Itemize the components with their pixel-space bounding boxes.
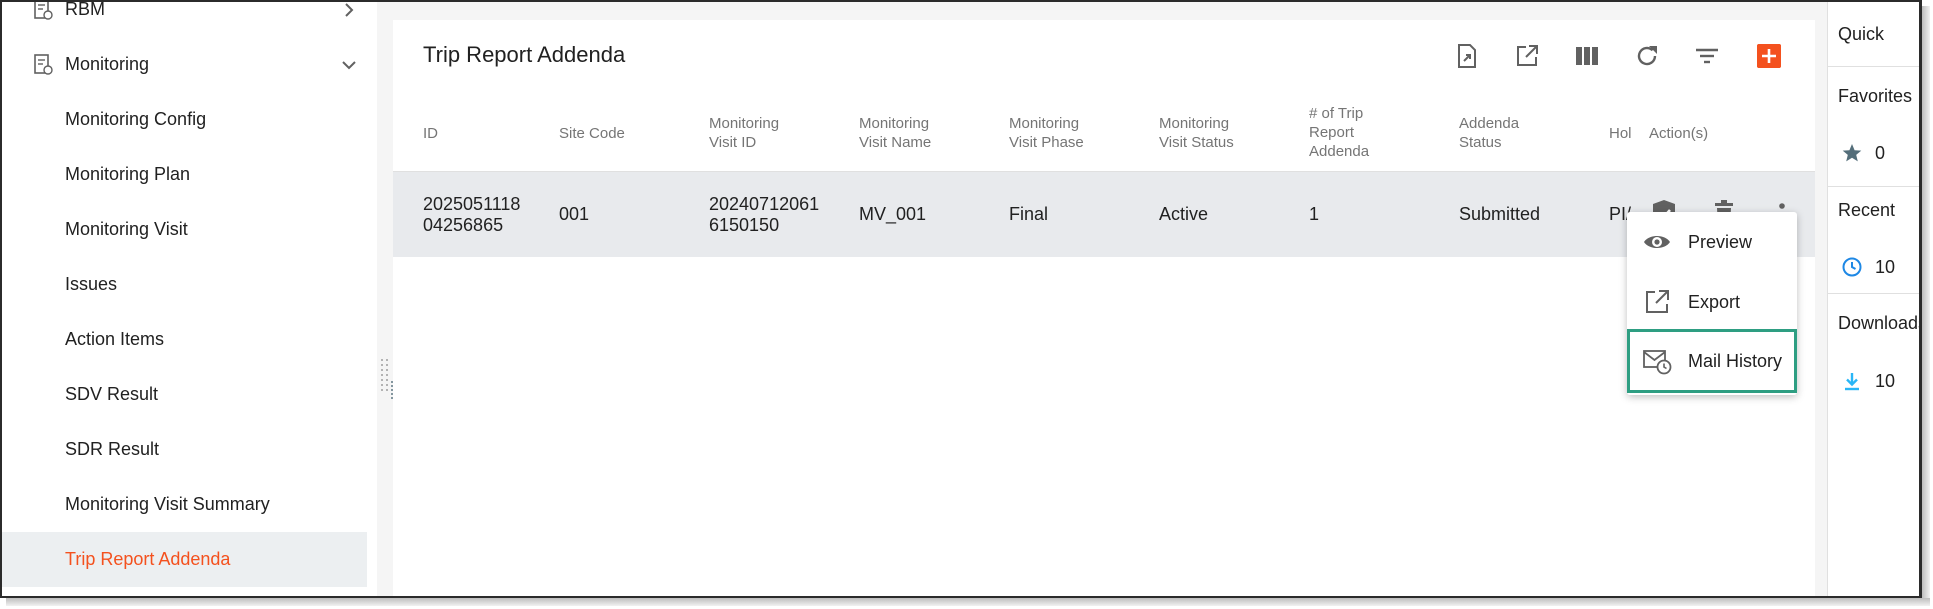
menu-item-label: Mail History [1688, 350, 1783, 371]
star-icon [1842, 144, 1862, 162]
sidebar-item-monitoring-visit-summary[interactable]: Monitoring Visit Summary [2, 477, 367, 532]
column-header-site-code[interactable]: Site Code [559, 124, 625, 143]
columns-icon[interactable] [1573, 42, 1601, 70]
menu-item-label: Export [1688, 291, 1741, 312]
sidebar-item-label: RBM [65, 0, 105, 19]
filter-icon[interactable] [1693, 42, 1721, 70]
column-header-id[interactable]: ID [423, 124, 438, 143]
sidebar-item-action-items[interactable]: Action Items [2, 312, 367, 367]
sidebar-item-trip-report-addenda[interactable]: Trip Report Addenda [2, 532, 367, 587]
downloads-label: Downloads [1838, 313, 1922, 333]
favorites-label: Favorites [1838, 86, 1913, 106]
column-header-visit-status[interactable]: Monitoring Visit Status [1159, 114, 1234, 152]
column-header-actions: Action(s) [1649, 125, 1709, 142]
recent-label: Recent [1838, 200, 1896, 220]
page-title: Trip Report Addenda [423, 42, 626, 67]
open-external-icon [1646, 290, 1669, 313]
cell-site-code: 001 [559, 204, 590, 224]
window-shadow [1922, 6, 1930, 601]
cell-visit-name: MV_001 [859, 204, 927, 224]
report-icon [34, 2, 53, 20]
recent-count[interactable]: 10 [1841, 256, 1895, 278]
cell-addenda-status: Submitted [1459, 204, 1541, 224]
chevron-right-icon [345, 2, 354, 17]
quick-panel: Quick Favorites 0 Recent 10 Downloads 10 [1827, 2, 1922, 596]
refresh-icon[interactable] [1633, 42, 1661, 70]
menu-item-export[interactable]: Export [1627, 274, 1797, 330]
column-header-visit-phase[interactable]: Monitoring Visit Phase [1009, 114, 1084, 152]
sidebar-item-label: Monitoring Visit Summary [65, 494, 270, 514]
divider [1828, 186, 1919, 187]
table-row[interactable]: 2025051118 04256865 001 20240712061 615015… [393, 172, 1815, 257]
open-external-icon[interactable] [1513, 42, 1541, 70]
add-icon[interactable] [1757, 44, 1781, 68]
table-header: ID Site Code Monitoring Visit ID Monitori… [393, 90, 1815, 172]
column-header-visit-id[interactable]: Monitoring Visit ID [709, 114, 779, 152]
sidebar-item-rbm[interactable]: RBM [2, 0, 367, 37]
pdf-export-icon[interactable] [1453, 42, 1481, 70]
trip-report-card: Trip Report Addenda ID Site Code Monitor… [393, 20, 1815, 596]
sidebar-item-monitoring-config[interactable]: Monitoring Config [2, 92, 367, 147]
cell-visit-status: Active [1159, 204, 1209, 224]
favorites-count[interactable]: 0 [1841, 142, 1885, 164]
downloads-count[interactable]: 10 [1841, 370, 1895, 392]
sidebar-item-monitoring-plan[interactable]: Monitoring Plan [2, 147, 367, 202]
cell-addenda-count: 1 [1309, 204, 1320, 224]
window-shadow [6, 598, 1930, 606]
cell-visit-id: 20240712061 6150150 [709, 194, 820, 235]
column-header-addenda-count[interactable]: # of Trip Report Addenda [1309, 104, 1369, 161]
row-actions-menu: Preview Export Mail History [1627, 212, 1797, 395]
sidebar-item-issues[interactable]: Issues [2, 257, 367, 312]
divider [1828, 293, 1919, 294]
chevron-down-icon [342, 60, 356, 69]
sidebar-item-label: Monitoring Plan [65, 164, 191, 184]
sidebar-item-label: Monitoring [65, 54, 150, 74]
cell-id: 2025051118 04256865 [423, 194, 521, 235]
mail-clock-icon [1643, 350, 1672, 375]
sidebar-item-label: Monitoring Config [65, 109, 207, 129]
report-icon [34, 53, 53, 75]
sidebar-item-sdv-result[interactable]: SDV Result [2, 367, 367, 422]
menu-item-preview[interactable]: Preview [1627, 214, 1797, 270]
eye-icon [1644, 236, 1670, 248]
column-header-addenda-status[interactable]: Addenda Status [1459, 114, 1519, 152]
menu-item-mail-history[interactable]: Mail History [1627, 329, 1797, 393]
divider [1828, 66, 1919, 67]
sidebar-item-label: Trip Report Addenda [65, 549, 231, 569]
sidebar-item-monitoring[interactable]: Monitoring [2, 37, 367, 92]
download-icon [1845, 373, 1859, 391]
sidebar-item-label: SDV Result [65, 384, 159, 404]
cell-visit-phase: Final [1009, 204, 1049, 224]
app-window: RBM Monitoring Monitoring Config Monitor… [0, 0, 1922, 598]
menu-item-label: Preview [1688, 231, 1753, 252]
column-header-visit-name[interactable]: Monitoring Visit Name [859, 114, 931, 152]
sidebar: RBM Monitoring Monitoring Config Monitor… [2, 0, 377, 596]
sidebar-item-label: SDR Result [65, 439, 160, 459]
sidebar-item-label: Monitoring Visit [65, 219, 188, 239]
quick-panel-title: Quick [1838, 24, 1885, 44]
sidebar-item-label: Action Items [65, 329, 165, 349]
sidebar-item-sdr-result[interactable]: SDR Result [2, 422, 367, 477]
column-header-hol[interactable]: Hol [1609, 124, 1632, 143]
sidebar-item-label: Issues [65, 274, 118, 294]
sidebar-item-monitoring-visit[interactable]: Monitoring Visit [2, 202, 367, 257]
clock-icon [1842, 257, 1862, 277]
